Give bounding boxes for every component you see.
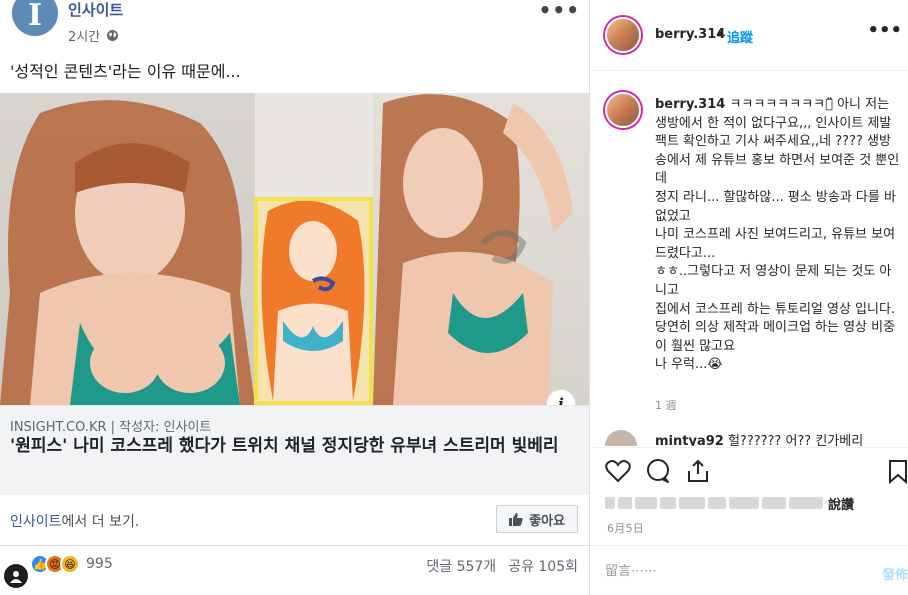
reaction-count[interactable]: 995 — [86, 556, 113, 572]
ig-comment-form: 發佈 — [591, 545, 908, 595]
instagram-panel: berry.314 • 追蹤 ••• berry.314 ㅋㅋㅋㅋㅋㅋㅋㅋㅋ̈̈… — [591, 0, 908, 595]
haha-reaction-icon: 😆 — [60, 554, 80, 574]
thumbs-up-icon — [509, 512, 523, 526]
ig-likes-row[interactable]: 說讚 — [605, 494, 885, 513]
ig-caption: berry.314 ㅋㅋㅋㅋㅋㅋㅋㅋㅋ̈̈̈̈̈̈̈̈̈ 아니 저는 생방에서 … — [655, 96, 900, 375]
like-page-button[interactable]: 좋아요 — [496, 505, 578, 533]
link-preview[interactable]: INSIGHT.CO.KR | 작성자: 인사이트 '원피스' 나미 코스프레 … — [0, 405, 589, 495]
ig-commenter-name[interactable]: mintya92 — [655, 434, 724, 446]
see-more-suffix: 에서 더 보기. — [61, 514, 140, 530]
ig-caption-avatar[interactable] — [605, 92, 641, 128]
follow-button[interactable]: 追蹤 — [727, 27, 753, 46]
share-count[interactable]: 공유 105회 — [508, 556, 578, 576]
user-avatar[interactable] — [2, 562, 30, 590]
comment-input[interactable] — [605, 564, 845, 579]
page-name-link[interactable]: 인사이트 — [68, 2, 123, 18]
reaction-summary[interactable]: 👍 😡 😆 995 — [30, 554, 113, 574]
post-caption: '성적인 콘텐츠'라는 이유 때문에... — [10, 62, 241, 81]
blurred-name — [708, 497, 726, 509]
ig-separator-dot: • — [716, 27, 724, 42]
ig-commenter-avatar[interactable] — [605, 430, 637, 446]
post-stats: 👍 😡 😆 995 댓글 557개 공유 105회 — [0, 548, 589, 590]
facebook-post: I 인사이트 2시간 ••• '성적인 콘텐츠'라는 이유 때문에... i I… — [0, 0, 590, 595]
see-more-link[interactable]: 인사이트에서 더 보기. — [10, 511, 139, 531]
heart-icon[interactable] — [605, 458, 631, 484]
ig-username[interactable]: berry.314 — [655, 27, 725, 42]
blurred-name — [789, 497, 823, 509]
page-avatar[interactable]: I — [12, 0, 58, 36]
post-meta: 2시간 — [68, 26, 119, 45]
globe-icon — [106, 29, 119, 42]
like-page-label: 좋아요 — [529, 513, 565, 529]
blurred-name — [660, 497, 676, 509]
ig-comment-item: mintya92 헐?????? 어?? 킨가베리 — [605, 430, 905, 446]
blurred-name — [635, 497, 657, 509]
ig-profile-avatar[interactable] — [605, 17, 641, 53]
blurred-name — [618, 497, 632, 509]
post-time[interactable]: 2시간 — [68, 26, 100, 45]
blurred-name — [605, 497, 615, 509]
share-icon[interactable] — [685, 458, 711, 484]
link-domain: INSIGHT.CO.KR | 작성자: 인사이트 — [10, 420, 212, 435]
ig-caption-text: ㅋㅋㅋㅋㅋㅋㅋㅋㅋ̈̈̈̈̈̈̈̈̈ 아니 저는 생방에서 한 적이 없다구요,… — [655, 97, 900, 373]
ig-caption-username[interactable]: berry.314 — [655, 97, 725, 112]
ig-comments-area[interactable]: berry.314 ㅋㅋㅋㅋㅋㅋㅋㅋㅋ̈̈̈̈̈̈̈̈̈ 아니 저는 생방에서 … — [591, 72, 908, 446]
post-header: I 인사이트 2시간 ••• — [0, 0, 589, 52]
ig-comment-body: 헐?????? 어?? 킨가베리 — [727, 434, 864, 446]
ig-post-date[interactable]: 6月5日 — [607, 520, 644, 536]
ig-action-bar — [591, 447, 908, 491]
ig-comment-text: mintya92 헐?????? 어?? 킨가베리 — [655, 430, 863, 446]
ig-post-header: berry.314 • 追蹤 ••• — [591, 0, 908, 71]
cosplay-photo-right — [373, 93, 589, 405]
post-comment-button[interactable]: 發佈 — [882, 564, 908, 583]
blurred-name — [679, 497, 705, 509]
ig-caption-time[interactable]: 1 週 — [655, 397, 677, 413]
post-image[interactable]: i — [0, 93, 589, 405]
engagement-counts: 댓글 557개 공유 105회 — [426, 556, 578, 576]
blurred-name — [729, 497, 759, 509]
post-footer: 인사이트에서 더 보기. 좋아요 — [0, 496, 589, 546]
more-dots-icon[interactable]: ••• — [539, 0, 580, 22]
cosplay-photo-left — [0, 93, 255, 405]
nami-illustration — [254, 197, 373, 405]
link-title[interactable]: '원피스' 나미 코스프레 했다가 트위치 채널 정지당한 유부녀 스트리머 빛… — [10, 435, 570, 458]
insight-logo-icon: I — [27, 0, 43, 33]
see-more-page[interactable]: 인사이트 — [10, 514, 62, 530]
comment-count[interactable]: 댓글 557개 — [426, 556, 496, 576]
more-dots-icon[interactable]: ••• — [867, 20, 902, 41]
blurred-name — [762, 497, 786, 509]
comment-icon[interactable] — [645, 458, 671, 484]
ig-likes-suffix: 說讚 — [828, 497, 855, 513]
bookmark-icon[interactable] — [885, 458, 908, 485]
